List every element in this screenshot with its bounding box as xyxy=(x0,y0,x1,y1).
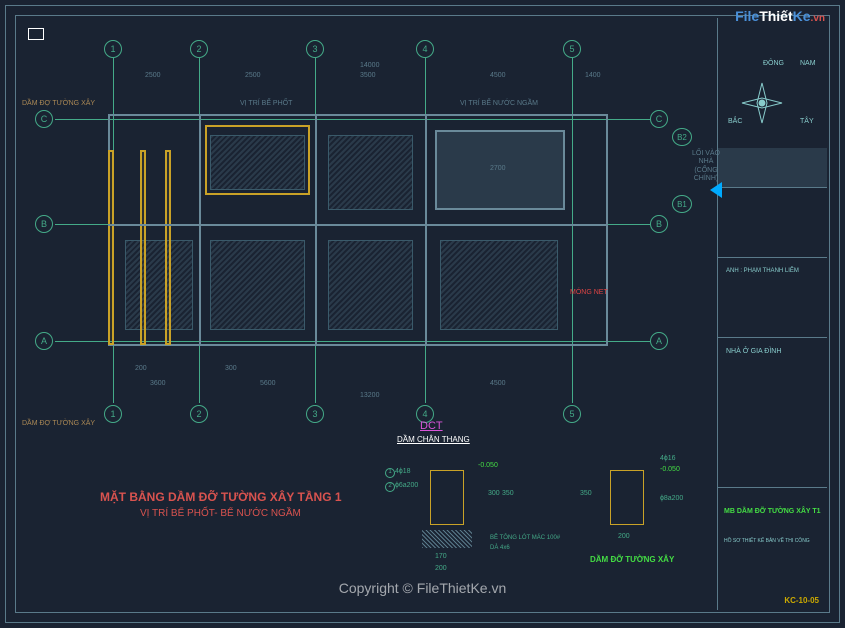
label: DẦM ĐỢ TƯỜNG XÂY xyxy=(22,100,95,107)
dct-subtitle: DẦM CHÂN THANG xyxy=(397,435,470,444)
dim: 4500 xyxy=(490,72,506,79)
dim: 170 xyxy=(435,553,447,560)
dim: 5600 xyxy=(260,380,276,387)
plan-subtitle: VỊ TRÍ BỂ PHỐT- BỂ NƯỚC NGẦM xyxy=(140,508,301,519)
level: -0.050 xyxy=(478,462,498,469)
txt: NHÀ xyxy=(699,158,714,165)
watermark-logo: FileThiếtKe.vn xyxy=(735,8,825,24)
dim: 3500 xyxy=(360,72,376,79)
slab-area xyxy=(328,135,413,210)
rebar-label: ɸ6a200 xyxy=(395,482,418,489)
be-phot-box xyxy=(205,125,310,195)
dim: 2500 xyxy=(245,72,261,79)
dim: 4500 xyxy=(490,380,506,387)
dim: 2500 xyxy=(145,72,161,79)
slab-area xyxy=(440,240,558,330)
grid-bubble: 4 xyxy=(416,40,434,58)
grid-bubble: B xyxy=(650,215,668,233)
grid-bubble: 3 xyxy=(306,40,324,58)
concrete-hatch xyxy=(422,530,472,548)
grid-bubble: A xyxy=(650,332,668,350)
dim: 14000 xyxy=(360,62,379,69)
rebar-label: 4ɸ16 xyxy=(660,455,676,462)
dim: 300 xyxy=(488,490,500,497)
dct-title: DCT xyxy=(420,420,443,432)
copyright-watermark: Copyright © FileThietKe.vn xyxy=(339,580,507,596)
dim: 3600 xyxy=(150,380,166,387)
label: VỊ TRÍ BỂ PHỐT xyxy=(240,100,292,107)
grid-bubble: A xyxy=(35,332,53,350)
dim: 13200 xyxy=(360,392,379,399)
dim: 200 xyxy=(135,365,147,372)
drawing-number: KC-10-05 xyxy=(784,596,819,605)
dim: 350 xyxy=(580,490,592,497)
dim: 200 xyxy=(618,533,630,540)
rebar-label: 4ɸ18 xyxy=(395,468,411,475)
rebar-num: 1 xyxy=(385,468,395,478)
grid-bubble: B1 xyxy=(672,195,692,213)
note: DÀ 4x6 xyxy=(490,545,510,551)
rebar-label: ɸ8a200 xyxy=(660,495,683,502)
dim: 2700 xyxy=(490,165,506,172)
tb-cell xyxy=(718,148,827,188)
logo-part: Thiết xyxy=(759,8,792,24)
grid-bubble: 2 xyxy=(190,405,208,423)
beam xyxy=(140,150,146,345)
grid-bubble: C xyxy=(35,110,53,128)
txt: LỐI VÀO xyxy=(692,150,720,157)
dim: 200 xyxy=(435,565,447,572)
beam xyxy=(165,150,171,345)
drawing-name: MB DẦM ĐỠ TƯỜNG XÂY T1 xyxy=(724,508,821,515)
slab-area xyxy=(328,240,413,330)
compass-label: TÂY xyxy=(800,118,814,125)
grid-bubble: 5 xyxy=(563,40,581,58)
logo-part: File xyxy=(735,8,759,24)
compass-label: ĐÔNG xyxy=(763,60,784,67)
txt: (CỔNG xyxy=(694,167,717,174)
beam-line xyxy=(425,114,427,346)
beam-line xyxy=(108,224,608,226)
beam xyxy=(108,150,114,345)
rebar-num: 2 xyxy=(385,482,395,492)
entrance-arrow-icon xyxy=(710,182,722,198)
detail-title: DẦM ĐỠ TƯỜNG XÂY xyxy=(590,555,674,564)
grid-bubble: 2 xyxy=(190,40,208,58)
label: VỊ TRÍ BỂ NƯỚC NGẦM xyxy=(460,100,538,107)
drawing-set: HỒ SƠ THIẾT KẾ BẢN VẼ THI CÔNG xyxy=(724,538,810,544)
level: -0.050 xyxy=(660,466,680,473)
dim: 300 xyxy=(225,365,237,372)
grid-bubble: C xyxy=(650,110,668,128)
grid-bubble: B xyxy=(35,215,53,233)
tb-cell xyxy=(718,368,827,488)
beam-section xyxy=(610,470,644,525)
label: DẦM ĐỢ TƯỜNG XÂY xyxy=(22,420,95,427)
slab-area xyxy=(125,240,193,330)
project-name: NHÀ Ở GIA ĐÌNH xyxy=(726,348,781,355)
grid-bubble: 5 xyxy=(563,405,581,423)
beam-section xyxy=(430,470,464,525)
beam-line xyxy=(199,114,201,346)
architect-name: ANH : PHẠM THANH LIÊM xyxy=(726,268,799,274)
grid-bubble: 1 xyxy=(104,40,122,58)
tb-cell xyxy=(718,198,827,258)
tb-cell xyxy=(718,288,827,338)
grid-bubble: 3 xyxy=(306,405,324,423)
plan-title: MẶT BẰNG DẦM ĐỠ TƯỜNG XÂY TẦNG 1 xyxy=(100,490,342,504)
title-block: ĐÔNG NAM BẮC TÂY ANH : PHẠM THANH LIÊM N… xyxy=(717,18,827,610)
logo-part: .vn xyxy=(811,13,825,24)
grid-bubble: B2 xyxy=(672,128,692,146)
logo-part: Ke xyxy=(793,8,811,24)
label: MÓNG NET xyxy=(570,289,608,296)
dim: 1400 xyxy=(585,72,601,79)
entrance-label: LỐI VÀO NHÀ (CỔNG CHÍNH) xyxy=(692,150,720,184)
note: BÊ TÔNG LÓT MÁC 100# xyxy=(490,535,560,541)
slab-area xyxy=(210,240,305,330)
corner-marker xyxy=(28,28,44,40)
grid-bubble: 1 xyxy=(104,405,122,423)
dim: 350 xyxy=(502,490,514,497)
compass-label: NAM xyxy=(800,60,816,67)
compass-label: BẮC xyxy=(728,118,742,125)
beam-line xyxy=(315,114,317,346)
